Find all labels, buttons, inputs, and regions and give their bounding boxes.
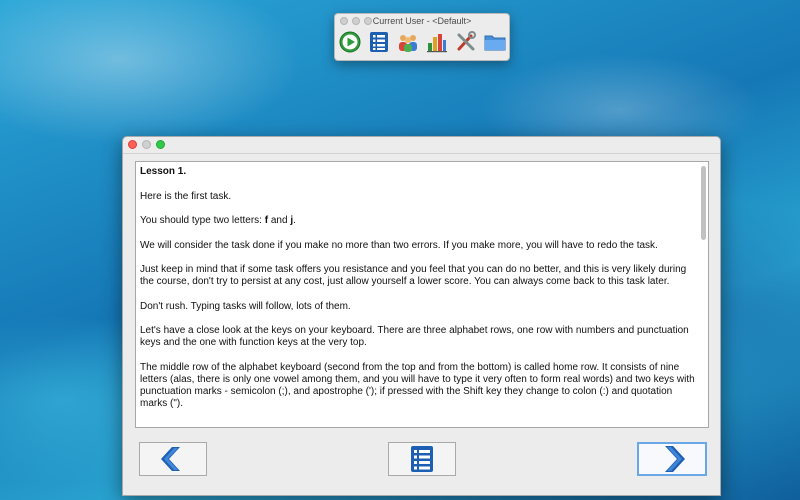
lesson-window: Lesson 1. Here is the first task. You sh… <box>122 136 721 496</box>
toolbar-window-title: Current User - <Default> <box>372 16 472 26</box>
lesson-paragraph-5: Don't rush. Typing tasks will follow, lo… <box>140 300 351 312</box>
users-icon[interactable] <box>396 30 419 53</box>
lesson-paragraph-2: You should type two letters: f and j. <box>140 215 696 227</box>
p2-text-pre: You should type two letters: <box>140 215 265 226</box>
settings-tools-icon[interactable] <box>454 30 477 53</box>
close-button[interactable] <box>128 140 137 149</box>
lesson-window-titlebar <box>123 137 720 154</box>
list-icon[interactable] <box>367 30 390 53</box>
lesson-text-area[interactable]: Lesson 1. Here is the first task. You sh… <box>135 161 709 428</box>
next-button[interactable] <box>637 442 707 476</box>
window-controls <box>128 140 165 149</box>
list-icon <box>411 446 433 472</box>
folder-icon[interactable] <box>483 30 506 53</box>
toolbar-minimize-button[interactable] <box>352 17 360 25</box>
lesson-paragraph-1: Here is the first task. <box>140 190 232 202</box>
toolbar-titlebar: Current User - <Default> <box>335 14 509 28</box>
lesson-content: Lesson 1. Here is the first task. You sh… <box>140 166 696 422</box>
chevron-left-icon <box>161 447 180 471</box>
zoom-button[interactable] <box>156 140 165 149</box>
toolbar-close-button[interactable] <box>340 17 348 25</box>
p2-text-mid: and <box>268 215 291 226</box>
statistics-icon[interactable] <box>425 30 448 53</box>
vertical-scrollbar[interactable] <box>700 164 706 425</box>
p2-text-post: . <box>293 215 296 226</box>
toolbar-zoom-button[interactable] <box>364 17 372 25</box>
scroll-thumb[interactable] <box>701 166 706 240</box>
minimize-button[interactable] <box>142 140 151 149</box>
previous-button[interactable] <box>139 442 207 476</box>
lesson-paragraph-3: We will consider the task done if you ma… <box>140 239 658 251</box>
toolbar-window: Current User - <Default> <box>334 13 510 61</box>
lesson-paragraph-6: Let's have a close look at the keys on y… <box>140 325 689 348</box>
lesson-paragraph-4: Just keep in mind that if some task offe… <box>140 264 687 287</box>
toolbar-icon-row <box>335 28 509 53</box>
play-icon[interactable] <box>338 30 361 53</box>
lesson-title: Lesson 1. <box>140 166 187 177</box>
toolbar-window-controls <box>340 17 372 25</box>
lesson-list-button[interactable] <box>388 442 456 476</box>
chevron-right-icon <box>665 446 685 472</box>
lesson-paragraph-7: The middle row of the alphabet keyboard … <box>140 361 695 409</box>
